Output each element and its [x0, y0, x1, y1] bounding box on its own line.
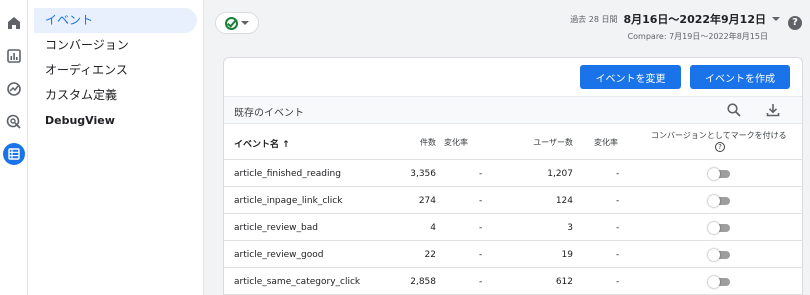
conversion-toggle[interactable]	[708, 222, 730, 234]
table-row: article_finished_reading 3,356 - 1,207 -	[224, 160, 802, 187]
compare-range-label: Compare: 7月19日～2022年8月15日	[627, 32, 768, 41]
event-count-change: -	[479, 196, 483, 206]
bar-chart-icon[interactable]	[3, 45, 25, 67]
conversion-toggle[interactable]	[708, 276, 730, 288]
event-users-change: -	[616, 250, 620, 260]
nav-item-audiences[interactable]: オーディエンス	[34, 58, 197, 83]
table-toolbar: 既存のイベント	[224, 96, 802, 124]
event-count-change: -	[479, 250, 483, 260]
chevron-down-icon	[772, 17, 780, 21]
event-users-change: -	[616, 223, 620, 233]
status-dropdown[interactable]	[215, 12, 259, 34]
table-title: 既存のイベント	[234, 108, 304, 119]
events-card: イベントを変更 イベントを作成 既存のイベント イベント名 ↑ 件数 変化率 ユ…	[223, 57, 803, 295]
event-count-change: -	[479, 277, 483, 287]
search-icon[interactable]	[726, 102, 742, 118]
table-row: article_inpage_link_click 274 - 124 -	[224, 187, 802, 214]
event-name[interactable]: article_review_bad	[234, 223, 318, 233]
conversion-toggle[interactable]	[708, 168, 730, 180]
event-count-change: -	[479, 169, 483, 179]
event-count: 3,356	[410, 169, 436, 179]
trend-icon[interactable]	[3, 78, 25, 100]
table-row: article_same_category_click 2,858 - 612 …	[224, 268, 802, 295]
event-name[interactable]: article_same_category_click	[234, 277, 360, 287]
column-header-rate[interactable]: 変化率	[444, 137, 468, 148]
column-header-user-rate[interactable]: 変化率	[594, 137, 618, 148]
event-users: 1,207	[547, 169, 573, 179]
event-users-change: -	[616, 277, 620, 287]
event-count: 4	[430, 223, 436, 233]
nav-item-custom-definitions[interactable]: カスタム定義	[34, 83, 197, 108]
column-header-mark-conversion: コンバージョンとしてマークを付ける	[651, 131, 787, 140]
event-users: 612	[555, 277, 573, 287]
table-row: article_review_good 22 - 19 -	[224, 241, 802, 268]
event-count: 22	[424, 250, 436, 260]
table-row: article_review_bad 4 - 3 -	[224, 214, 802, 241]
event-name[interactable]: article_inpage_link_click	[234, 196, 342, 206]
left-rail	[0, 0, 28, 295]
column-header-event-name[interactable]: イベント名 ↑	[234, 137, 290, 150]
nav-item-conversions[interactable]: コンバージョン	[34, 33, 197, 58]
admin-nav: イベント コンバージョン オーディエンス カスタム定義 DebugView	[28, 0, 204, 295]
help-icon[interactable]: ?	[788, 16, 802, 30]
date-preset-label: 過去 28 日間	[570, 14, 618, 24]
event-users: 124	[555, 196, 573, 206]
create-event-button[interactable]: イベントを作成	[690, 65, 790, 89]
check-circle-icon	[225, 16, 238, 30]
date-range-picker[interactable]: 過去 28 日間 8月16日～2022年9月12日 Compare: 7月19日…	[570, 11, 780, 42]
conversion-toggle[interactable]	[708, 249, 730, 261]
event-count: 2,858	[410, 277, 436, 287]
main-content: 過去 28 日間 8月16日～2022年9月12日 Compare: 7月19日…	[205, 0, 810, 295]
conversion-toggle[interactable]	[708, 195, 730, 207]
column-header-users[interactable]: ユーザー数	[533, 137, 573, 148]
list-icon[interactable]	[3, 143, 25, 165]
help-icon[interactable]: ?	[715, 142, 725, 152]
target-icon[interactable]	[3, 111, 25, 133]
event-count: 274	[418, 196, 436, 206]
event-name[interactable]: article_finished_reading	[234, 169, 341, 179]
event-users-change: -	[616, 196, 620, 206]
nav-item-debugview[interactable]: DebugView	[34, 108, 197, 133]
event-name[interactable]: article_review_good	[234, 250, 323, 260]
download-icon[interactable]	[765, 102, 781, 118]
event-users: 3	[567, 223, 573, 233]
chevron-down-icon	[241, 21, 249, 25]
table-header: イベント名 ↑ 件数 変化率 ユーザー数 変化率 コンバージョンとしてマークを付…	[224, 124, 802, 160]
modify-event-button[interactable]: イベントを変更	[580, 65, 681, 89]
date-range-label: 8月16日～2022年9月12日	[623, 13, 766, 26]
column-header-count[interactable]: 件数	[420, 137, 436, 148]
event-users: 19	[561, 250, 573, 260]
nav-item-events[interactable]: イベント	[34, 8, 197, 33]
home-icon[interactable]	[3, 12, 25, 34]
event-users-change: -	[616, 169, 620, 179]
event-count-change: -	[479, 223, 483, 233]
